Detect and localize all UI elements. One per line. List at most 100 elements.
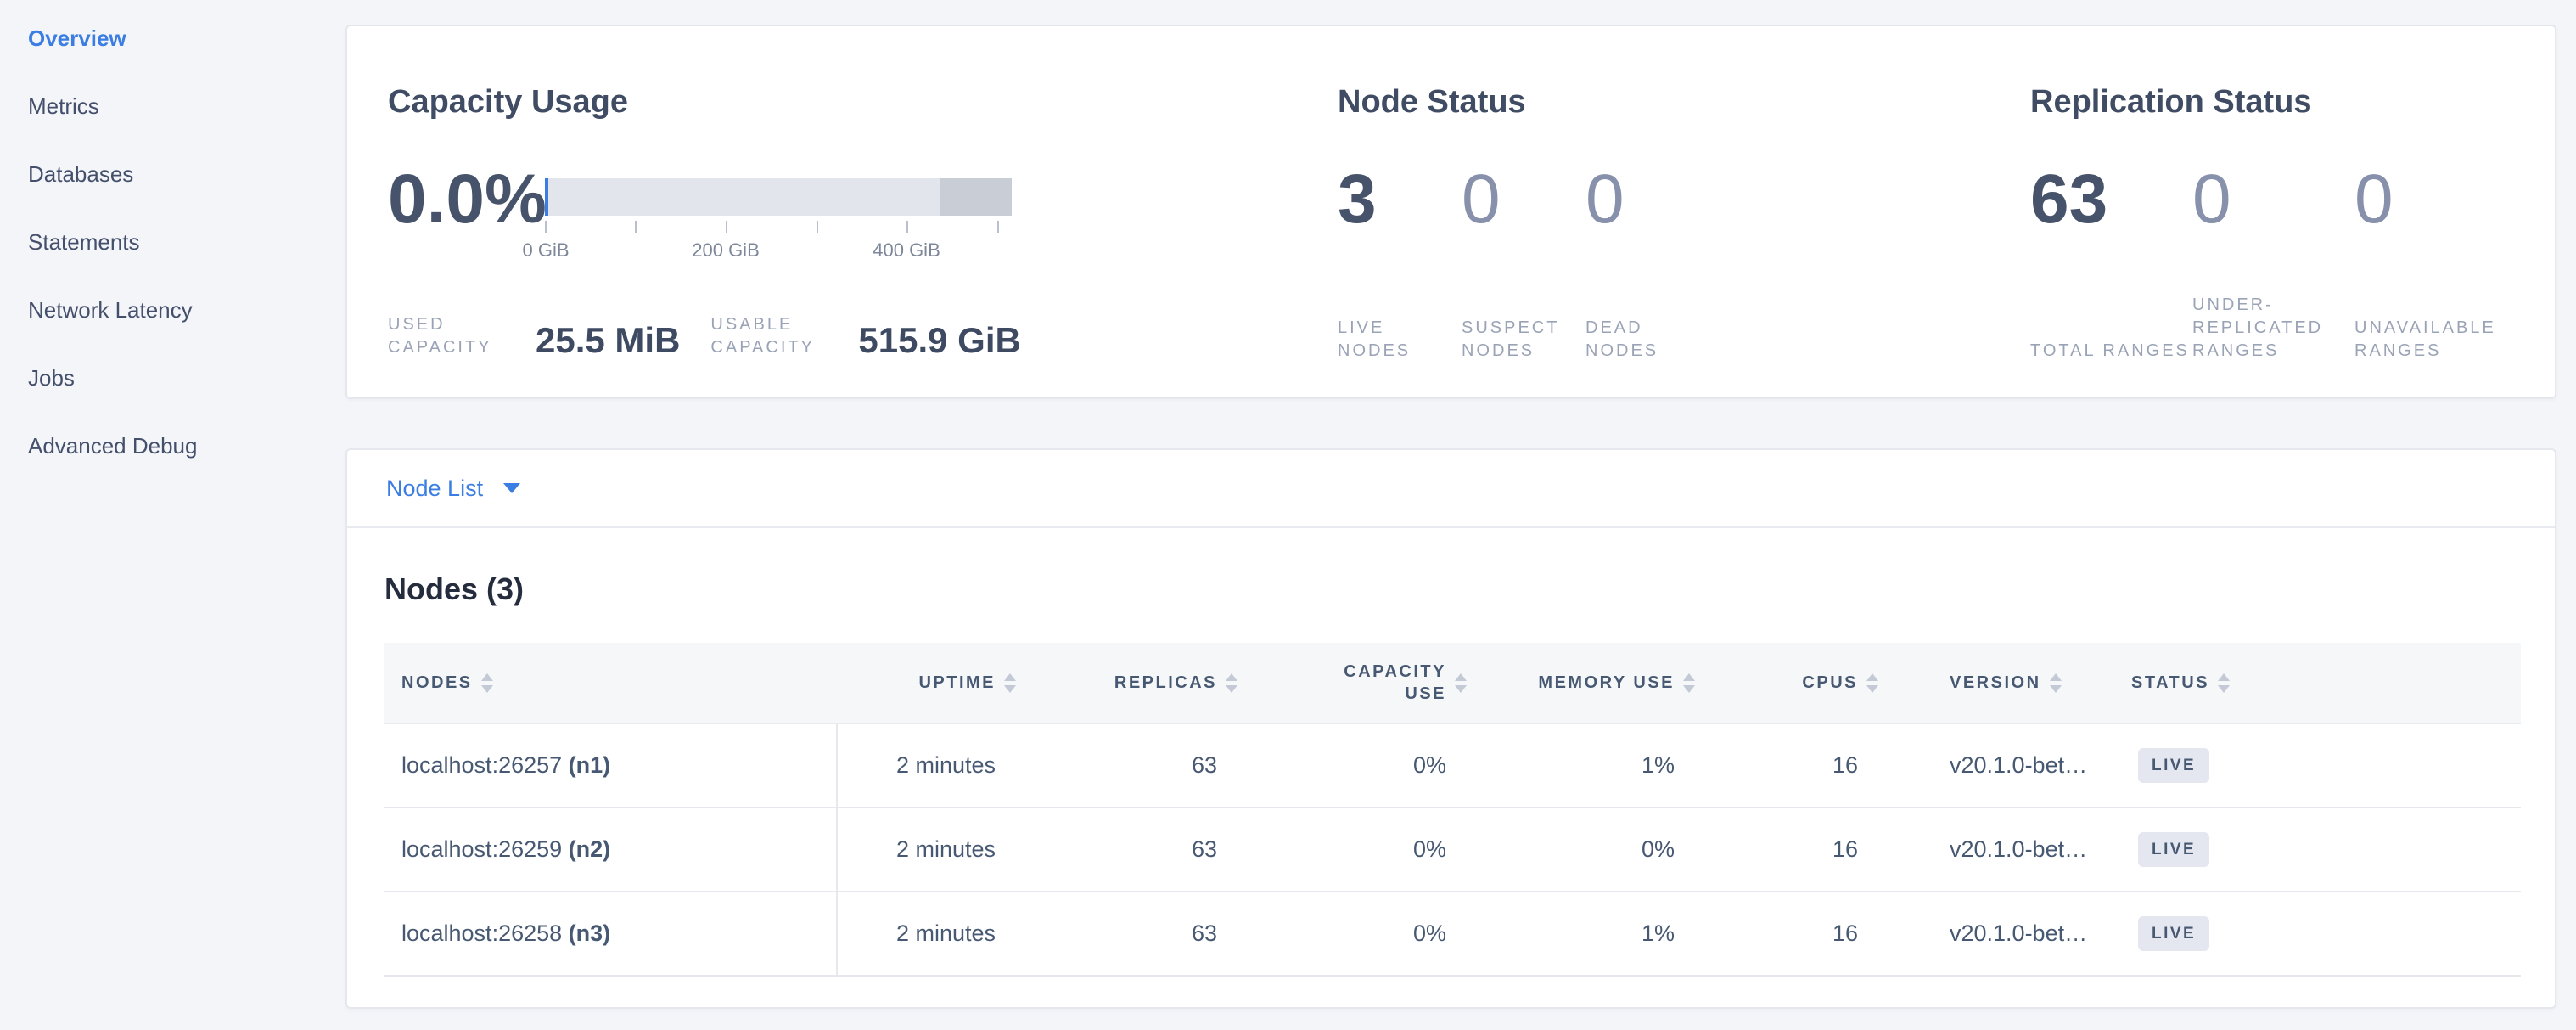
node-list-card: Node List Nodes (3) NODES UPTIME REPLICA… bbox=[345, 448, 2556, 1009]
sidebar-item-statements[interactable]: Statements bbox=[28, 228, 317, 256]
sidebar-item-overview[interactable]: Overview bbox=[28, 25, 317, 52]
suspect-nodes-label: SUSPECT NODES bbox=[1462, 317, 1563, 363]
unavailable-ranges-count: 0 bbox=[2354, 165, 2517, 234]
sidebar-item-jobs[interactable]: Jobs bbox=[28, 364, 317, 391]
live-nodes-stat: 3 LIVE NODES bbox=[1338, 165, 1462, 363]
capacity-axis bbox=[545, 221, 1012, 234]
version-cell: v20.1.0-bet… bbox=[1887, 836, 2128, 863]
under-replicated-ranges-label: UNDER-REPLICATED RANGES bbox=[2192, 294, 2371, 363]
capacity-use-cell: 0% bbox=[1246, 920, 1475, 947]
column-header-memory-use[interactable]: MEMORY USE bbox=[1475, 672, 1703, 694]
dead-nodes-label: DEAD NODES bbox=[1585, 317, 1687, 363]
status-badge: LIVE bbox=[2138, 916, 2209, 951]
usable-capacity-value: 515.9 GiB bbox=[858, 322, 1020, 359]
table-row-node-3[interactable]: localhost:26258 (n3) 2 minutes 63 0% 1% … bbox=[384, 892, 2521, 977]
nodes-table-header: NODES UPTIME REPLICAS CAPACITY USE MEMOR… bbox=[384, 643, 2521, 724]
used-capacity-marker bbox=[545, 178, 548, 216]
live-nodes-count: 3 bbox=[1338, 165, 1462, 234]
used-capacity-stat: USED CAPACITY 25.5 MiB bbox=[388, 313, 680, 359]
node-list-dropdown[interactable]: Node List bbox=[386, 476, 520, 502]
sort-icon bbox=[2041, 673, 2070, 693]
sort-icon bbox=[2209, 673, 2238, 693]
sidebar-item-network-latency[interactable]: Network Latency bbox=[28, 296, 317, 324]
axis-label-0gib: 0 GiB bbox=[522, 239, 569, 262]
replicas-cell: 63 bbox=[1024, 752, 1246, 779]
sort-icon bbox=[1217, 673, 1246, 693]
usable-capacity-label: USABLE CAPACITY bbox=[710, 313, 838, 359]
column-header-nodes[interactable]: NODES bbox=[384, 672, 838, 694]
used-capacity-value: 25.5 MiB bbox=[536, 322, 680, 359]
column-header-capacity-use[interactable]: CAPACITY USE bbox=[1246, 661, 1475, 705]
total-ranges-stat: 63 TOTAL RANGES bbox=[2030, 165, 2192, 363]
unavailable-ranges-label: UNAVAILABLE RANGES bbox=[2354, 317, 2533, 363]
cpus-cell: 16 bbox=[1703, 920, 1887, 947]
sort-icon bbox=[1446, 673, 1475, 693]
sort-icon bbox=[1675, 673, 1703, 693]
sort-icon bbox=[1858, 673, 1887, 693]
view-selector-strip: Node List bbox=[347, 450, 2555, 528]
node-status-panel: Node Status 3 LIVE NODES 0 SUSPECT NODES… bbox=[1338, 26, 2017, 397]
replicas-cell: 63 bbox=[1024, 920, 1246, 947]
unavailable-ranges-stat: 0 UNAVAILABLE RANGES bbox=[2354, 165, 2517, 363]
axis-label-200gib: 200 GiB bbox=[692, 239, 760, 262]
capacity-used-percent: 0.0% bbox=[388, 165, 541, 234]
version-cell: v20.1.0-bet… bbox=[1887, 920, 2128, 947]
dead-nodes-stat: 0 DEAD NODES bbox=[1585, 165, 1709, 363]
table-row-node-2[interactable]: localhost:26259 (n2) 2 minutes 63 0% 0% … bbox=[384, 808, 2521, 892]
uptime-cell: 2 minutes bbox=[838, 836, 1024, 863]
column-header-status[interactable]: STATUS bbox=[2128, 672, 2521, 694]
sort-icon bbox=[473, 673, 502, 693]
uptime-cell: 2 minutes bbox=[838, 920, 1024, 947]
cluster-overview-card: Capacity Usage 0.0% 0 GiB bbox=[345, 25, 2556, 399]
node-address-link[interactable]: localhost:26259 bbox=[401, 836, 562, 862]
memory-use-cell: 0% bbox=[1475, 836, 1703, 863]
capacity-use-cell: 0% bbox=[1246, 752, 1475, 779]
table-row-node-1[interactable]: localhost:26257 (n1) 2 minutes 63 0% 1% … bbox=[384, 724, 2521, 808]
capacity-bar-usable-segment bbox=[545, 178, 940, 216]
used-capacity-label: USED CAPACITY bbox=[388, 313, 515, 359]
sidebar: Overview Metrics Databases Statements Ne… bbox=[28, 25, 317, 500]
replicas-cell: 63 bbox=[1024, 836, 1246, 863]
status-badge: LIVE bbox=[2138, 748, 2209, 783]
capacity-usage-title: Capacity Usage bbox=[388, 82, 628, 121]
sidebar-item-advanced-debug[interactable]: Advanced Debug bbox=[28, 432, 317, 459]
suspect-nodes-count: 0 bbox=[1462, 165, 1585, 234]
status-badge: LIVE bbox=[2138, 832, 2209, 867]
uptime-cell: 2 minutes bbox=[838, 752, 1024, 779]
nodes-section-title: Nodes (3) bbox=[384, 571, 2517, 608]
sidebar-item-metrics[interactable]: Metrics bbox=[28, 93, 317, 120]
sidebar-item-databases[interactable]: Databases bbox=[28, 160, 317, 188]
capacity-bar bbox=[545, 178, 1012, 216]
cpus-cell: 16 bbox=[1703, 836, 1887, 863]
node-address-link[interactable]: localhost:26257 bbox=[401, 752, 562, 778]
sort-icon bbox=[996, 673, 1024, 693]
capacity-usage-panel: Capacity Usage 0.0% 0 GiB bbox=[388, 26, 1330, 397]
version-cell: v20.1.0-bet… bbox=[1887, 752, 2128, 779]
column-header-version[interactable]: VERSION bbox=[1887, 672, 2128, 694]
replication-status-panel: Replication Status 63 TOTAL RANGES 0 UND… bbox=[2030, 26, 2548, 397]
axis-label-400gib: 400 GiB bbox=[873, 239, 940, 262]
capacity-use-cell: 0% bbox=[1246, 836, 1475, 863]
capacity-bar-other-segment bbox=[940, 178, 1012, 216]
node-list-dropdown-label: Node List bbox=[386, 476, 483, 502]
node-address-link[interactable]: localhost:26258 bbox=[401, 920, 562, 946]
memory-use-cell: 1% bbox=[1475, 920, 1703, 947]
under-replicated-ranges-stat: 0 UNDER-REPLICATED RANGES bbox=[2192, 165, 2354, 363]
column-header-replicas[interactable]: REPLICAS bbox=[1024, 672, 1246, 694]
usable-capacity-stat: USABLE CAPACITY 515.9 GiB bbox=[710, 313, 1020, 359]
node-status-title: Node Status bbox=[1338, 82, 1526, 121]
column-header-cpus[interactable]: CPUS bbox=[1703, 672, 1887, 694]
memory-use-cell: 1% bbox=[1475, 752, 1703, 779]
replication-status-title: Replication Status bbox=[2030, 82, 2312, 121]
total-ranges-count: 63 bbox=[2030, 165, 2192, 234]
suspect-nodes-stat: 0 SUSPECT NODES bbox=[1462, 165, 1585, 363]
live-nodes-label: LIVE NODES bbox=[1338, 317, 1440, 363]
under-replicated-ranges-count: 0 bbox=[2192, 165, 2354, 234]
cpus-cell: 16 bbox=[1703, 752, 1887, 779]
column-header-uptime[interactable]: UPTIME bbox=[838, 672, 1024, 694]
capacity-bar-chart: 0 GiB 200 GiB 400 GiB bbox=[545, 178, 1012, 265]
total-ranges-label: TOTAL RANGES bbox=[2030, 340, 2208, 363]
nodes-table: NODES UPTIME REPLICAS CAPACITY USE MEMOR… bbox=[384, 643, 2521, 977]
chevron-down-icon bbox=[503, 483, 520, 493]
dead-nodes-count: 0 bbox=[1585, 165, 1709, 234]
